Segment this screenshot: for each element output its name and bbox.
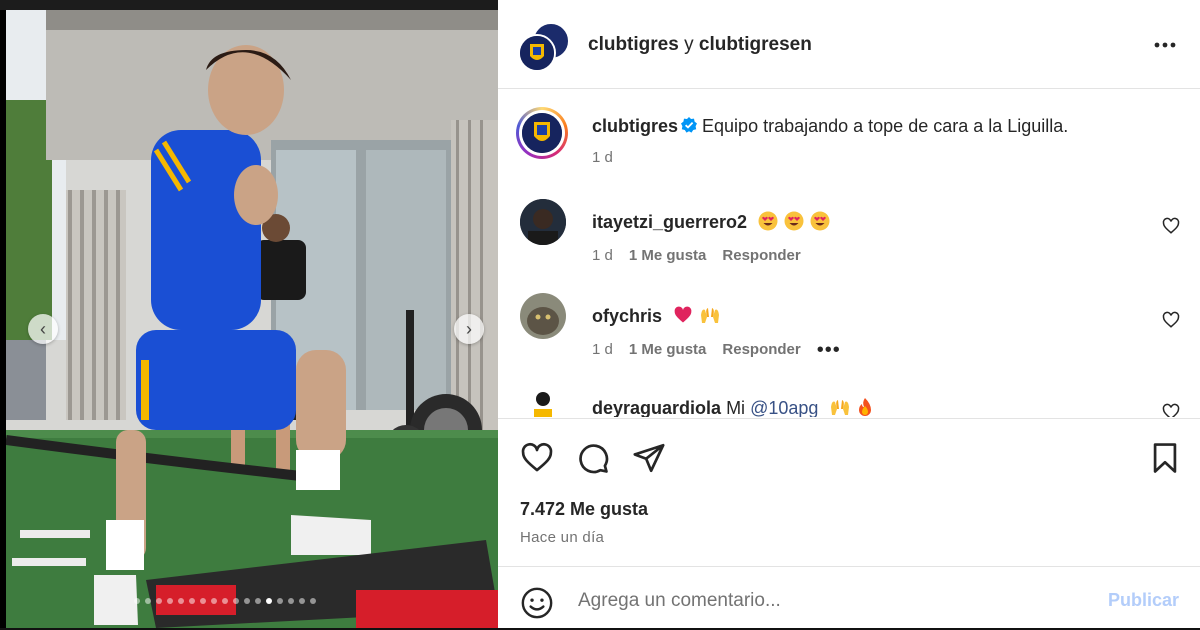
comment-text: itayetzi_guerrero2 (592, 211, 830, 236)
commenter-avatar[interactable] (520, 385, 566, 417)
publish-button[interactable]: Publicar (1108, 590, 1179, 611)
carousel-dot (244, 598, 250, 604)
comment-item: deyraguardiola Mi @10apg (520, 385, 1200, 417)
verified-badge-icon (680, 116, 698, 139)
share-button[interactable] (632, 441, 666, 475)
comment-icon (579, 444, 609, 474)
carousel-dot (200, 598, 206, 604)
like-button[interactable] (520, 441, 554, 475)
reply-button[interactable]: Responder (722, 341, 800, 358)
carousel-dot (299, 598, 305, 604)
carousel-dot (277, 598, 283, 604)
carousel-dot (255, 598, 261, 604)
collab-avatars[interactable] (518, 22, 570, 72)
commenter-avatar[interactable] (520, 293, 566, 339)
comment-emoji (784, 211, 804, 236)
carousel-dot (145, 598, 151, 604)
raising-hands-emoji-icon (829, 397, 851, 417)
carousel-next-button[interactable]: › (454, 314, 484, 344)
comment-like-button[interactable] (1162, 403, 1180, 417)
carousel-dot (211, 598, 217, 604)
chevron-left-icon: ‹ (40, 318, 46, 339)
avatar-clubtigres[interactable] (518, 34, 556, 72)
heart-outline-icon (1162, 217, 1180, 234)
carousel-dot (189, 598, 195, 604)
comment-meta: 1 d 1 Me gusta Responder (592, 247, 801, 264)
carousel-dot (167, 598, 173, 604)
comment-likes[interactable]: 1 Me gusta (629, 341, 707, 358)
training-photo (6, 10, 498, 628)
reply-button[interactable]: Responder (722, 247, 800, 264)
carousel-dot-active (266, 598, 272, 604)
avatar-clubtigres (522, 113, 562, 153)
mention-link[interactable]: @10apg (750, 398, 818, 417)
comment-time[interactable]: 1 d (592, 247, 613, 264)
comment-options-icon[interactable]: ••• (817, 340, 841, 360)
comment-emoji (810, 211, 830, 236)
carousel-dot (310, 598, 316, 604)
header-user-primary[interactable]: clubtigres (588, 34, 679, 55)
comments-list[interactable]: clubtigres Equipo trabajando a tope de ca… (498, 89, 1200, 417)
caption-text-line: clubtigres Equipo trabajando a tope de ca… (592, 116, 1068, 139)
carousel-dot (233, 598, 239, 604)
heart-outline-icon (1162, 311, 1180, 328)
comment-text: ofychris (592, 305, 721, 330)
comment-emoji (758, 211, 778, 236)
post-detail-panel: clubtigres y clubtigresen clubtigres Equ… (498, 0, 1200, 628)
carousel-dot (178, 598, 184, 604)
comment-username[interactable]: itayetzi_guerrero2 (592, 212, 747, 232)
save-button[interactable] (1148, 441, 1182, 475)
collab-title: clubtigres y clubtigresen (588, 34, 812, 56)
raising-hands-emoji-icon (699, 305, 721, 330)
comment-body: Mi (726, 398, 746, 417)
caption-body: Equipo trabajando a tope de cara a la Li… (702, 116, 1069, 136)
post-timestamp: Hace un día (520, 529, 605, 546)
comment-button[interactable] (576, 441, 610, 475)
carousel-dot (222, 598, 228, 604)
caption-avatar-story-ring[interactable] (516, 107, 568, 159)
carousel-dot (288, 598, 294, 604)
send-icon (633, 443, 665, 473)
emoji-picker-button[interactable] (520, 586, 554, 620)
comment-text: deyraguardiola Mi @10apg (592, 397, 873, 417)
fire-emoji-icon (857, 397, 873, 417)
commenter-avatar[interactable] (520, 199, 566, 245)
carousel-dot (156, 598, 162, 604)
heart-emoji-icon (673, 305, 693, 330)
likes-count[interactable]: 7.472 Me gusta (520, 499, 648, 520)
caption-time[interactable]: 1 d (592, 149, 613, 166)
post-media[interactable]: ‹ › (6, 10, 498, 628)
bookmark-icon (1153, 443, 1177, 473)
tigres-crest-icon (520, 36, 554, 70)
heart-icon (521, 442, 553, 472)
post-actions: 7.472 Me gusta Hace un día (498, 418, 1200, 567)
comment-like-button[interactable] (1162, 311, 1180, 334)
header-user-secondary[interactable]: clubtigresen (699, 34, 812, 55)
comment-username[interactable]: deyraguardiola (592, 398, 721, 417)
post-header: clubtigres y clubtigresen (498, 0, 1200, 89)
header-separator: y (684, 34, 694, 55)
more-horizontal-icon (1154, 42, 1176, 48)
carousel-dot (134, 598, 140, 604)
comment-time[interactable]: 1 d (592, 341, 613, 358)
caption-username[interactable]: clubtigres (592, 116, 678, 136)
comment-like-button[interactable] (1162, 217, 1180, 240)
comment-input[interactable] (578, 587, 1078, 615)
comment-composer: Publicar (498, 566, 1200, 629)
more-options-button[interactable] (1152, 32, 1178, 58)
comment-meta: 1 d 1 Me gusta Responder ••• (592, 340, 841, 360)
comment-likes[interactable]: 1 Me gusta (629, 247, 707, 264)
chevron-right-icon: › (466, 318, 472, 339)
carousel-indicator (134, 598, 316, 604)
smiley-icon (521, 587, 553, 619)
comment-username[interactable]: ofychris (592, 306, 662, 326)
comment-item: ofychris 1 d 1 Me gusta Responder ••• (520, 293, 1200, 360)
comment-item: itayetzi_guerrero2 1 d 1 Me gusta Respon… (520, 199, 1200, 264)
carousel-prev-button[interactable]: ‹ (28, 314, 58, 344)
heart-outline-icon (1162, 403, 1180, 417)
tigres-crest-icon (522, 113, 562, 153)
